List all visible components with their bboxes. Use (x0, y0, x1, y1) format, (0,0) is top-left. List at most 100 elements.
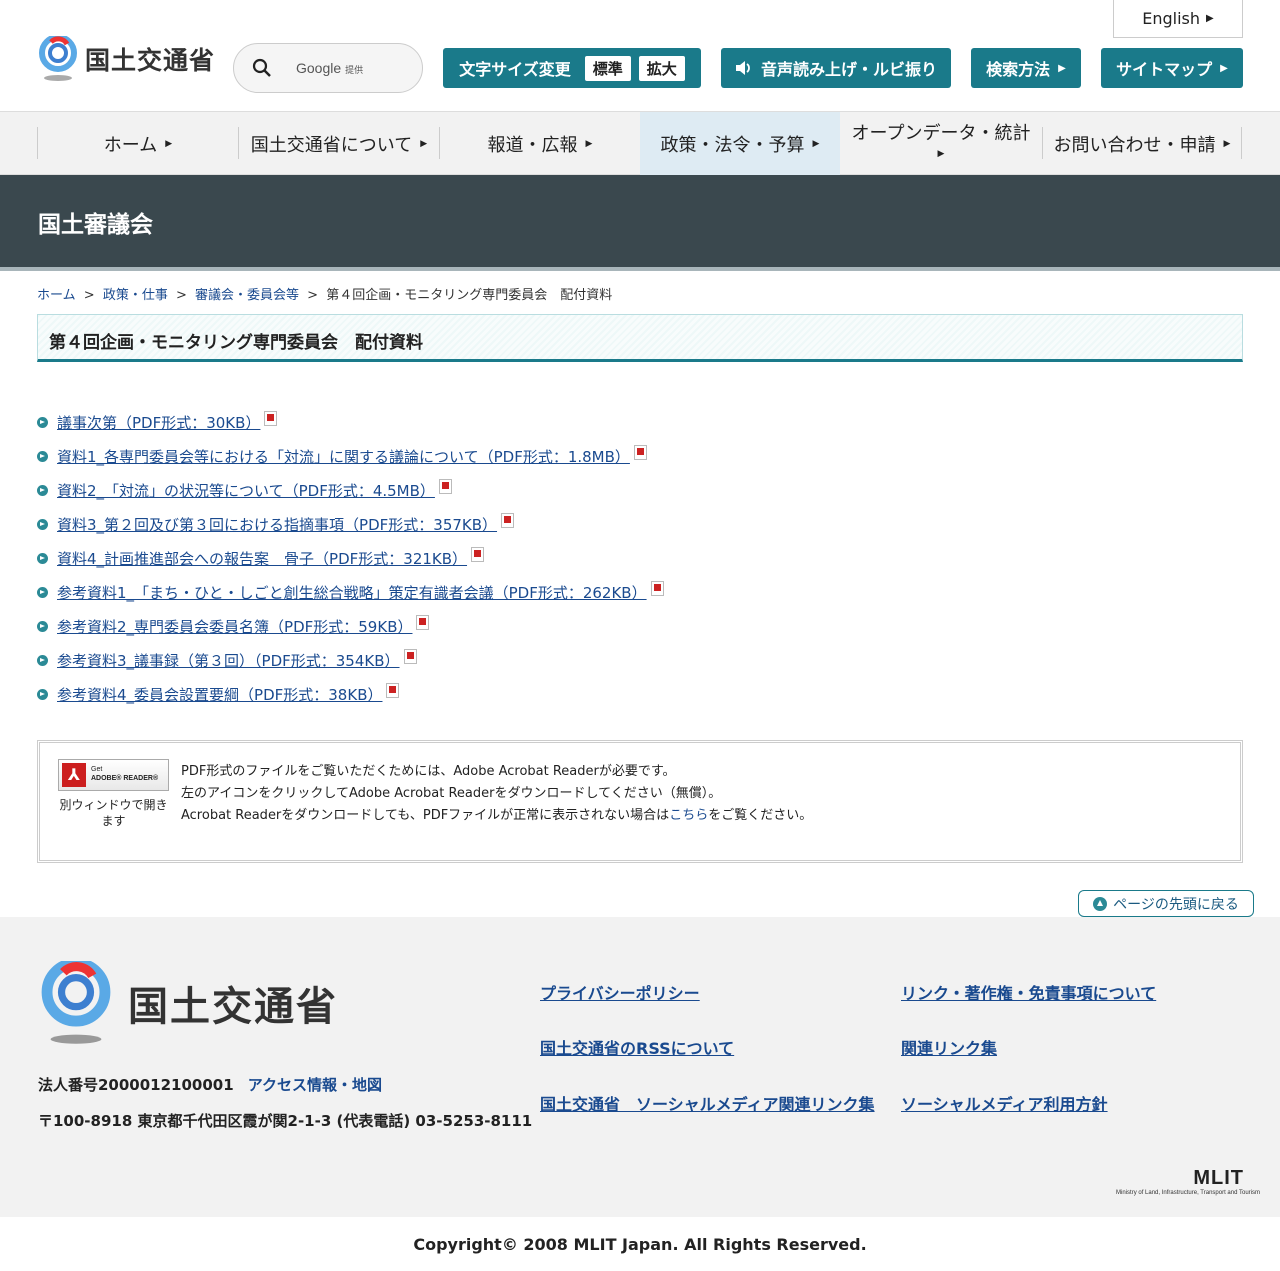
read-aloud-label: 音声読み上げ・ルビ振り (760, 60, 937, 79)
nav-item-press[interactable]: 報道・広報 ▶ (440, 112, 640, 175)
back-to-top-label: ページの先頭に戻る (1113, 896, 1239, 913)
list-item: 参考資料2_専門委員会委員名簿（PDF形式：59KB） (37, 609, 664, 643)
font-size-large-button[interactable]: 拡大 (638, 55, 685, 81)
nav-divider (1241, 127, 1242, 159)
list-item: 議事次第（PDF形式：30KB） (37, 405, 664, 439)
breadcrumb-home[interactable]: ホーム (37, 288, 76, 303)
nav-label: ホーム (103, 134, 158, 156)
bullet-arrow-icon (37, 688, 48, 700)
document-link[interactable]: 議事次第（PDF形式：30KB） (57, 412, 260, 433)
breadcrumb-councils[interactable]: 審議会・委員会等 (195, 288, 299, 303)
corporate-info: 法人番号2000012100001 アクセス情報・地図 (38, 1074, 382, 1095)
nav-item-opendata[interactable]: オープンデータ・統計 ▶ (841, 112, 1041, 175)
read-aloud-button[interactable]: 音声読み上げ・ルビ振り (721, 48, 951, 88)
privacy-policy-link[interactable]: プライバシーポリシー (540, 980, 700, 1004)
address: 〒100-8918 東京都千代田区霞が関2-1-3 (代表電話) 03-5253… (38, 1112, 533, 1130)
footer-logo: 国土交通省 (38, 961, 338, 1045)
mlit-wordmark-logo: MLIT Ministry of Land, Infrastructure, T… (1100, 1167, 1260, 1199)
bullet-arrow-icon (37, 416, 48, 428)
search-method-button[interactable]: 検索方法 ▶ (971, 48, 1081, 88)
breadcrumb-policy[interactable]: 政策・仕事 (103, 288, 168, 303)
document-link[interactable]: 参考資料4_委員会設置要綱（PDF形式：38KB） (57, 684, 382, 705)
arrow-right-icon: ▶ (165, 138, 173, 149)
pdf-icon (386, 682, 400, 698)
nav-item-policy[interactable]: 政策・法令・予算 ▶ (640, 112, 840, 175)
adobe-notice-text: PDF形式のファイルをご覧いただくためには、Adobe Acrobat Read… (181, 761, 812, 827)
adobe-reader-notice: ⅄ Get ADOBE® READER® 別ウィンドウで開きます PDF形式のファ… (37, 740, 1243, 863)
nav-label: お問い合わせ・申請 (1053, 134, 1216, 156)
list-item: 参考資料3_議事録（第３回）（PDF形式：354KB） (37, 643, 664, 677)
pdf-icon (264, 410, 278, 426)
pdf-icon (403, 648, 417, 664)
speaker-icon (735, 61, 750, 75)
nav-label: 報道・広報 (487, 134, 578, 156)
access-map-link[interactable]: アクセス情報・地図 (248, 1076, 382, 1094)
copyright: Copyright© 2008 MLIT Japan. All Rights R… (0, 1217, 1280, 1271)
nav-item-about[interactable]: 国土交通省について ▶ (239, 112, 439, 175)
bullet-arrow-icon (37, 552, 48, 564)
document-list: 議事次第（PDF形式：30KB） 資料1_各専門委員会等における「対流」に関する… (37, 405, 664, 711)
adobe-reader-icon: ⅄ (62, 763, 86, 787)
list-item: 参考資料4_委員会設置要綱（PDF形式：38KB） (37, 677, 664, 711)
notice-line: PDF形式のファイルをご覧いただくためには、Adobe Acrobat Read… (181, 764, 676, 779)
social-media-links-link[interactable]: 国土交通省 ソーシャルメディア関連リンク集 (540, 1091, 875, 1115)
font-size-standard-button[interactable]: 標準 (584, 55, 631, 81)
arrow-right-icon: ▶ (1058, 62, 1066, 74)
document-link[interactable]: 資料2_「対流」の状況等について（PDF形式：4.5MB） (57, 480, 435, 501)
corporate-number: 法人番号2000012100001 (38, 1076, 234, 1094)
arrow-up-icon (1093, 896, 1108, 911)
font-size-control: 文字サイズ変更 標準 拡大 (443, 48, 701, 88)
document-link[interactable]: 資料4_計画推進部会への報告案 骨子（PDF形式：321KB） (57, 548, 467, 569)
document-link[interactable]: 参考資料2_専門委員会委員名簿（PDF形式：59KB） (57, 616, 412, 637)
search-input[interactable]: Google 提供 (233, 43, 423, 93)
document-link[interactable]: 資料1_各専門委員会等における「対流」に関する議論について（PDF形式：1.8M… (57, 446, 630, 467)
arrow-right-icon: ▶ (420, 138, 428, 149)
section-title: 国土審議会 (38, 212, 153, 238)
bullet-arrow-icon (37, 654, 48, 666)
get-adobe-reader-button[interactable]: ⅄ Get ADOBE® READER® (58, 759, 169, 791)
list-item: 資料1_各専門委員会等における「対流」に関する議論について（PDF形式：1.8M… (37, 439, 664, 473)
site-header: English ▶ 国土交通省 Google 提供 文字サイズ変更 標準 拡大 音… (0, 0, 1280, 112)
english-label: English (1142, 9, 1201, 28)
mlit-wordmark-sub: Ministry of Land, Infrastructure, Transp… (1116, 1190, 1260, 1196)
social-media-policy-link[interactable]: ソーシャルメディア利用方針 (901, 1091, 1108, 1115)
list-item: 参考資料1_「まち・ひと・しごと創生総合戦略」策定有識者会議（PDF形式：262… (37, 575, 664, 609)
nav-label: 国土交通省について (250, 134, 413, 156)
breadcrumb-separator: > (175, 288, 187, 303)
help-link[interactable]: こちら (669, 808, 708, 823)
global-nav: ホーム ▶ 国土交通省について ▶ 報道・広報 ▶ 政策・法令・予算 ▶ オープンデータ… (0, 112, 1280, 175)
rss-link[interactable]: 国土交通省のRSSについて (540, 1035, 734, 1059)
arrow-right-icon: ▶ (812, 138, 820, 149)
site-logo[interactable]: 国土交通省 (37, 36, 215, 82)
sitemap-label: サイトマップ (1116, 60, 1213, 79)
pdf-icon (471, 546, 485, 562)
logo-text: 国土交通省 (85, 46, 216, 75)
document-link[interactable]: 参考資料1_「まち・ひと・しごと創生総合戦略」策定有識者会議（PDF形式：262… (57, 582, 647, 603)
bullet-arrow-icon (37, 484, 48, 496)
copyright-disclaimer-link[interactable]: リンク・著作権・免責事項について (901, 980, 1156, 1004)
arrow-right-icon: ▶ (585, 138, 593, 149)
breadcrumb: ホーム > 政策・仕事 > 審議会・委員会等 > 第４回企画・モニタリング専門委… (37, 284, 612, 303)
bullet-arrow-icon (37, 518, 48, 530)
pdf-icon (650, 580, 664, 596)
list-item: 資料4_計画推進部会への報告案 骨子（PDF形式：321KB） (37, 541, 664, 575)
back-to-top-button[interactable]: ページの先頭に戻る (1078, 890, 1254, 917)
related-links-link[interactable]: 関連リンク集 (901, 1035, 997, 1059)
page-title: 第４回企画・モニタリング専門委員会 配付資料 (49, 333, 423, 353)
english-link[interactable]: English ▶ (1113, 0, 1243, 38)
breadcrumb-separator: > (307, 288, 319, 303)
section-title-bar: 国土審議会 (0, 175, 1280, 271)
bullet-arrow-icon (37, 586, 48, 598)
nav-item-contact[interactable]: お問い合わせ・申請 ▶ (1043, 112, 1241, 175)
nav-item-home[interactable]: ホーム ▶ (38, 112, 238, 175)
mlit-emblem-icon (39, 36, 77, 81)
font-size-label: 文字サイズ変更 (459, 60, 571, 79)
search-method-label: 検索方法 (986, 60, 1051, 79)
document-link[interactable]: 参考資料3_議事録（第３回）（PDF形式：354KB） (57, 650, 400, 671)
arrow-right-icon: ▶ (937, 148, 945, 159)
pdf-icon (438, 478, 452, 494)
sitemap-button[interactable]: サイトマップ ▶ (1101, 48, 1243, 88)
document-link[interactable]: 資料3_第２回及び第３回における指摘事項（PDF形式：357KB） (57, 514, 497, 535)
arrow-right-icon: ▶ (1206, 13, 1214, 24)
mlit-emblem-icon (41, 961, 111, 1044)
